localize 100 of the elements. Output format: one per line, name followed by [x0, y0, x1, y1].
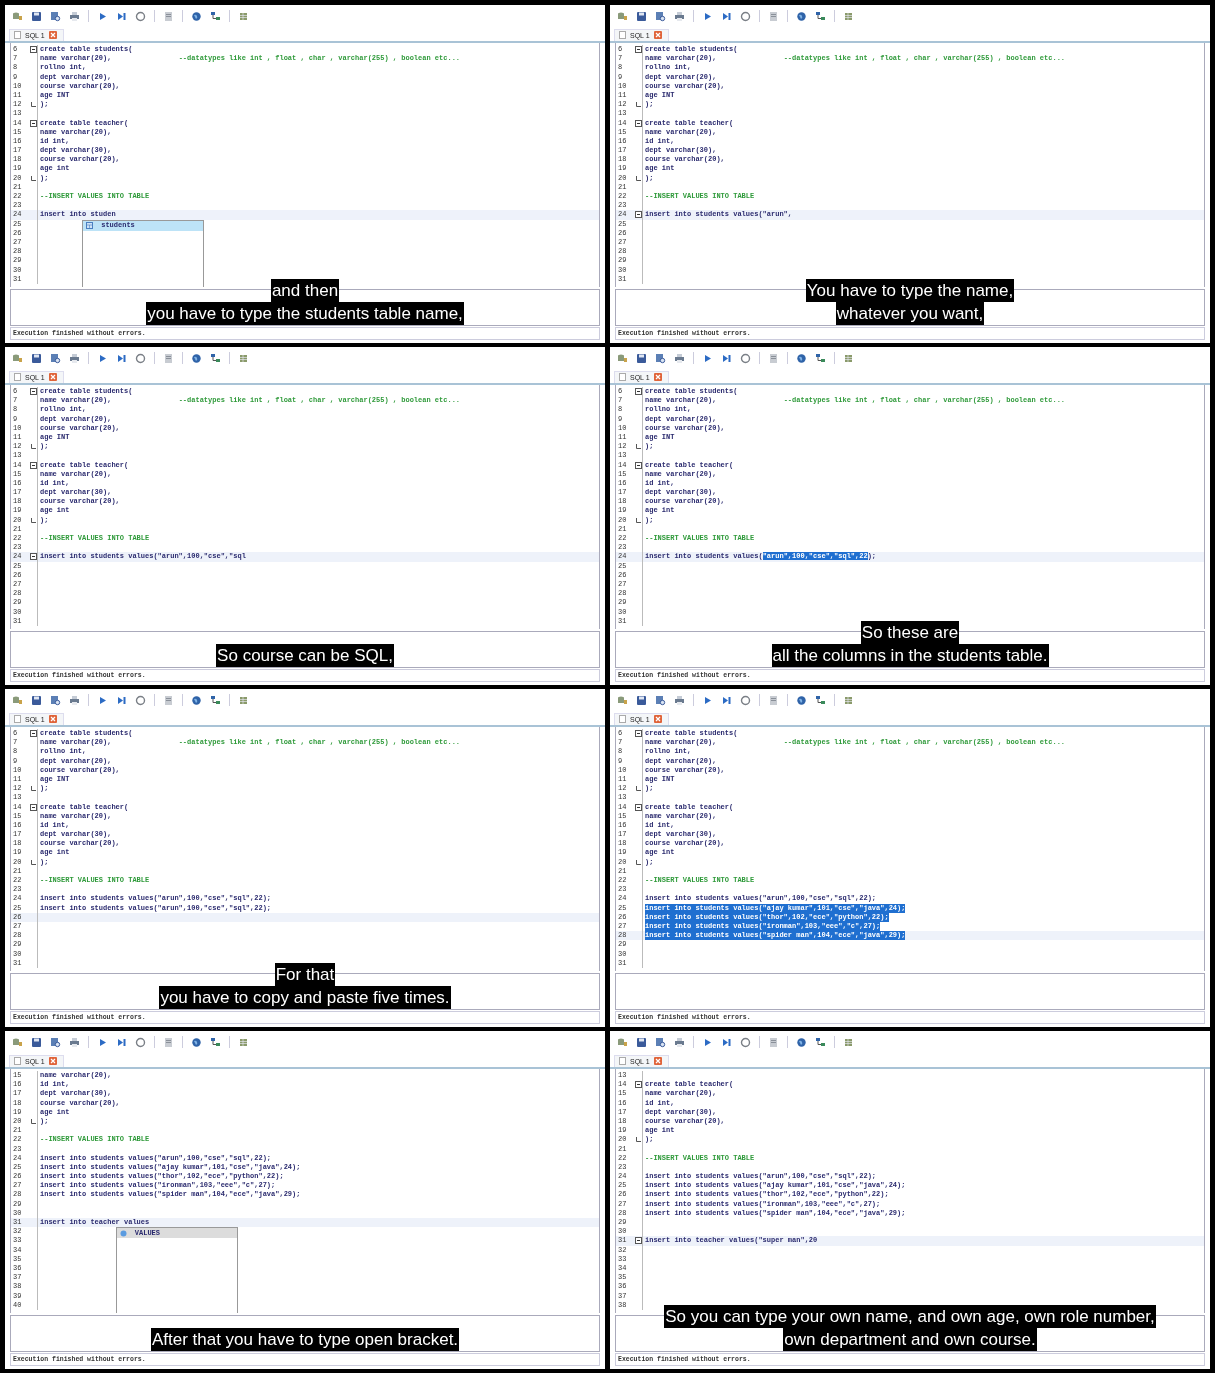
stop-icon[interactable]: [740, 352, 751, 364]
close-icon[interactable]: [48, 373, 57, 381]
document-icon[interactable]: [768, 694, 779, 706]
collapse-icon[interactable]: [634, 211, 642, 219]
database-icon[interactable]: [12, 694, 23, 706]
play-icon[interactable]: [702, 352, 713, 364]
search-icon[interactable]: [655, 1036, 666, 1048]
step-icon[interactable]: [116, 694, 127, 706]
collapse-icon[interactable]: [634, 803, 642, 811]
collapse-icon[interactable]: [29, 803, 37, 811]
print-icon[interactable]: [674, 352, 685, 364]
collapse-icon[interactable]: [29, 388, 37, 396]
collapse-icon[interactable]: [29, 461, 37, 469]
play-icon[interactable]: [97, 1036, 108, 1048]
play-icon[interactable]: [702, 694, 713, 706]
stop-icon[interactable]: [740, 694, 751, 706]
search-icon[interactable]: [655, 352, 666, 364]
tree-icon[interactable]: [210, 1036, 221, 1048]
grid-icon[interactable]: [843, 10, 854, 22]
stop-icon[interactable]: [135, 352, 146, 364]
database-icon[interactable]: [12, 1036, 23, 1048]
tree-icon[interactable]: [815, 10, 826, 22]
globe-icon[interactable]: [191, 1036, 202, 1048]
globe-icon[interactable]: [191, 10, 202, 22]
play-icon[interactable]: [97, 694, 108, 706]
grid-icon[interactable]: [238, 694, 249, 706]
search-icon[interactable]: [655, 10, 666, 22]
play-icon[interactable]: [702, 1036, 713, 1048]
print-icon[interactable]: [69, 1036, 80, 1048]
step-icon[interactable]: [721, 1036, 732, 1048]
close-icon[interactable]: [653, 715, 662, 723]
print-icon[interactable]: [674, 1036, 685, 1048]
step-icon[interactable]: [116, 1036, 127, 1048]
step-icon[interactable]: [721, 694, 732, 706]
collapse-icon[interactable]: [634, 1081, 642, 1089]
collapse-icon[interactable]: [29, 46, 37, 54]
save-icon[interactable]: [31, 694, 42, 706]
collapse-icon[interactable]: [29, 119, 37, 127]
collapse-icon[interactable]: [634, 730, 642, 738]
globe-icon[interactable]: [796, 10, 807, 22]
database-icon[interactable]: [12, 352, 23, 364]
grid-icon[interactable]: [238, 352, 249, 364]
play-icon[interactable]: [97, 10, 108, 22]
grid-icon[interactable]: [843, 1036, 854, 1048]
globe-icon[interactable]: [796, 694, 807, 706]
stop-icon[interactable]: [740, 1036, 751, 1048]
globe-icon[interactable]: [796, 1036, 807, 1048]
close-icon[interactable]: [48, 31, 57, 39]
tree-icon[interactable]: [815, 1036, 826, 1048]
collapse-icon[interactable]: [634, 461, 642, 469]
document-icon[interactable]: [768, 352, 779, 364]
grid-icon[interactable]: [843, 694, 854, 706]
print-icon[interactable]: [69, 10, 80, 22]
save-icon[interactable]: [636, 1036, 647, 1048]
save-icon[interactable]: [636, 352, 647, 364]
stop-icon[interactable]: [135, 694, 146, 706]
save-icon[interactable]: [31, 10, 42, 22]
database-icon[interactable]: [617, 10, 628, 22]
tree-icon[interactable]: [210, 352, 221, 364]
search-icon[interactable]: [50, 694, 61, 706]
database-icon[interactable]: [617, 352, 628, 364]
database-icon[interactable]: [617, 694, 628, 706]
globe-icon[interactable]: [191, 352, 202, 364]
search-icon[interactable]: [655, 694, 666, 706]
print-icon[interactable]: [674, 694, 685, 706]
stop-icon[interactable]: [135, 1036, 146, 1048]
tree-icon[interactable]: [815, 352, 826, 364]
close-icon[interactable]: [653, 1057, 662, 1065]
document-icon[interactable]: [163, 1036, 174, 1048]
grid-icon[interactable]: [843, 352, 854, 364]
tree-icon[interactable]: [210, 694, 221, 706]
close-icon[interactable]: [48, 715, 57, 723]
play-icon[interactable]: [702, 10, 713, 22]
step-icon[interactable]: [721, 352, 732, 364]
grid-icon[interactable]: [238, 1036, 249, 1048]
save-icon[interactable]: [636, 10, 647, 22]
print-icon[interactable]: [69, 352, 80, 364]
search-icon[interactable]: [50, 1036, 61, 1048]
document-icon[interactable]: [163, 694, 174, 706]
step-icon[interactable]: [721, 10, 732, 22]
document-icon[interactable]: [768, 1036, 779, 1048]
document-icon[interactable]: [163, 352, 174, 364]
save-icon[interactable]: [31, 352, 42, 364]
close-icon[interactable]: [48, 1057, 57, 1065]
close-icon[interactable]: [653, 373, 662, 381]
stop-icon[interactable]: [135, 10, 146, 22]
tree-icon[interactable]: [210, 10, 221, 22]
database-icon[interactable]: [617, 1036, 628, 1048]
collapse-icon[interactable]: [634, 1237, 642, 1245]
collapse-icon[interactable]: [634, 119, 642, 127]
close-icon[interactable]: [653, 31, 662, 39]
collapse-icon[interactable]: [29, 730, 37, 738]
document-icon[interactable]: [163, 10, 174, 22]
tree-icon[interactable]: [815, 694, 826, 706]
stop-icon[interactable]: [740, 10, 751, 22]
step-icon[interactable]: [116, 10, 127, 22]
play-icon[interactable]: [97, 352, 108, 364]
search-icon[interactable]: [50, 10, 61, 22]
globe-icon[interactable]: [796, 352, 807, 364]
step-icon[interactable]: [116, 352, 127, 364]
